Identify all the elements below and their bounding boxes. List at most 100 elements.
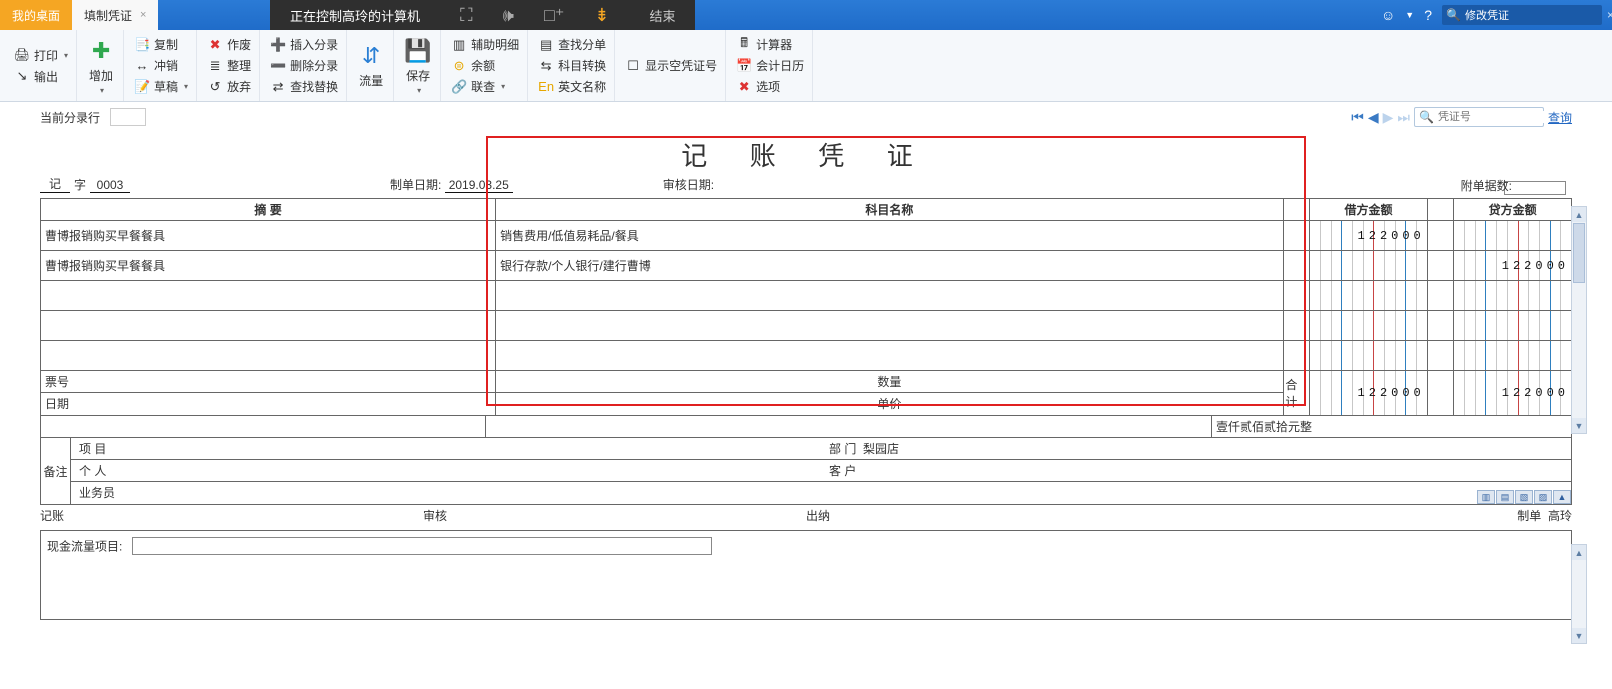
mini-icon[interactable]: ▧ [1515, 490, 1533, 504]
calculator-button[interactable]: 🖩计算器 [736, 36, 804, 53]
cashflow-input[interactable] [132, 537, 712, 555]
query-link[interactable]: 查询 [1548, 109, 1572, 126]
sign-cashier: 出纳 [806, 507, 1189, 524]
scroll-thumb[interactable] [1573, 223, 1585, 283]
abandon-button[interactable]: ↺放弃 [207, 78, 251, 95]
offset-button[interactable]: ↔冲销 [134, 57, 188, 74]
sound-icon[interactable]: 🕪 [503, 5, 514, 26]
help-icon[interactable]: ? [1424, 7, 1432, 23]
scroll-down-icon[interactable]: ▼ [1572, 628, 1586, 643]
fullscreen-icon[interactable]: ⛶ [460, 5, 473, 26]
subject-cell[interactable]: 销售费用/低值易耗品/餐具 [496, 221, 1283, 251]
pin-icon[interactable]: ⇟ [594, 5, 609, 26]
subject-switch-icon: ⇆ [538, 58, 554, 74]
insert-entry-button[interactable]: ➕插入分录 [270, 36, 338, 53]
draft-button[interactable]: 📝草稿▾ [134, 78, 188, 95]
table-row[interactable] [41, 281, 1572, 311]
output-button[interactable]: ↘输出 [14, 68, 68, 85]
balance-button[interactable]: ⊜余额 [451, 57, 519, 74]
scroll-up-icon[interactable]: ▲ [1572, 207, 1586, 222]
scroll-up-icon[interactable]: ▲ [1572, 545, 1586, 560]
amount-cell[interactable] [1310, 341, 1428, 371]
draft-icon: 📝 [134, 79, 150, 95]
summary-cell[interactable] [41, 341, 496, 371]
summary-cell[interactable]: 曹博报销购买早餐餐具 [41, 221, 496, 251]
subject-cell[interactable]: 银行存款/个人银行/建行曹博 [496, 251, 1283, 281]
invalid-button[interactable]: ✖作废 [207, 36, 251, 53]
close-icon[interactable]: × [140, 9, 146, 21]
find-replace-icon: ⇄ [270, 79, 286, 95]
scroll-down-icon[interactable]: ▼ [1572, 418, 1586, 433]
assist-detail-button[interactable]: ▥辅助明细 [451, 36, 519, 53]
mini-icon[interactable]: ▤ [1496, 490, 1514, 504]
add-button[interactable]: ✚增加▾ [87, 37, 115, 95]
save-button[interactable]: 💾保存▾ [404, 37, 432, 95]
nav-first-icon[interactable]: ⏮ [1351, 109, 1364, 126]
scrollbar-vertical[interactable]: ▲ ▼ [1571, 206, 1587, 434]
qty-label: 数量 [496, 371, 1282, 393]
subject-cell[interactable] [496, 341, 1283, 371]
show-empty-voucher-button[interactable]: ☐显示空凭证号 [625, 57, 717, 74]
summary-cell[interactable] [41, 281, 496, 311]
copy-button[interactable]: 📑复制 [134, 36, 188, 53]
make-date-value[interactable]: 2019.03.25 [445, 178, 513, 193]
mini-icon[interactable]: ▨ [1534, 490, 1552, 504]
cashflow-label: 现金流量项目: [47, 540, 122, 554]
copy-icon: 📑 [134, 37, 150, 53]
table-row[interactable]: 曹博报销购买早餐餐具销售费用/低值易耗品/餐具 122000 [41, 221, 1572, 251]
nav-last-icon[interactable]: ⏭ [1397, 109, 1410, 126]
amount-cell[interactable] [1454, 221, 1572, 251]
voucher-prefix[interactable]: 记 [40, 175, 70, 193]
mini-icon[interactable]: ▲ [1553, 490, 1571, 504]
total-credit-cell: 122000 [1454, 371, 1572, 416]
clear-icon[interactable]: × [1607, 8, 1612, 22]
flow-button[interactable]: ⇵流量 [357, 42, 385, 89]
caret-down-icon[interactable]: ▼ [1405, 10, 1414, 20]
relate-button[interactable]: 🔗联查▾ [451, 78, 519, 95]
summary-cell[interactable] [41, 311, 496, 341]
amount-cell[interactable] [1310, 281, 1428, 311]
table-row[interactable] [41, 341, 1572, 371]
tab-home[interactable]: 我的桌面 [0, 0, 72, 30]
amount-cell[interactable] [1454, 311, 1572, 341]
total-debit-cell: 122000 [1310, 371, 1428, 416]
find-divide-button[interactable]: ▤查找分单 [538, 36, 606, 53]
amount-cell[interactable]: 122000 [1310, 221, 1428, 251]
nav-next-icon[interactable]: ▶ [1383, 109, 1394, 126]
amount-cell[interactable]: 122000 [1454, 251, 1572, 281]
amount-cell[interactable] [1454, 281, 1572, 311]
insert-entry-icon: ➕ [270, 37, 286, 53]
amount-cell[interactable] [1310, 251, 1428, 281]
options-button[interactable]: ✖选项 [736, 78, 804, 95]
dept-label: 部 门 [829, 440, 856, 457]
nav-prev-icon[interactable]: ◀ [1368, 109, 1379, 126]
find-replace-button[interactable]: ⇄查找替换 [270, 78, 338, 95]
global-search-input[interactable] [1465, 9, 1607, 21]
tab-voucher[interactable]: 填制凭证 × [72, 0, 158, 30]
english-name-button[interactable]: En英文名称 [538, 78, 606, 95]
end-remote-button[interactable]: 结束 [649, 6, 675, 25]
subject-cell[interactable] [496, 281, 1283, 311]
table-row[interactable]: 曹博报销购买早餐餐具银行存款/个人银行/建行曹博 122000 [41, 251, 1572, 281]
voucher-search[interactable]: 🔍 [1414, 107, 1544, 127]
scrollbar-vertical-2[interactable]: ▲ ▼ [1571, 544, 1587, 644]
attach-label: 附单据数: [1461, 177, 1512, 194]
smile-icon[interactable]: ☺ [1381, 7, 1395, 23]
screen-share-icon[interactable]: □⁺ [544, 5, 564, 26]
mini-icon[interactable]: ▥ [1477, 490, 1495, 504]
amount-cell[interactable] [1310, 311, 1428, 341]
delete-entry-button[interactable]: ➖删除分录 [270, 57, 338, 74]
summary-cell[interactable]: 曹博报销购买早餐餐具 [41, 251, 496, 281]
sort-button[interactable]: ≣整理 [207, 57, 251, 74]
subject-switch-button[interactable]: ⇆科目转换 [538, 57, 606, 74]
current-entry-input[interactable] [110, 108, 146, 126]
amount-cell[interactable] [1454, 341, 1572, 371]
acct-calendar-button[interactable]: 📅会计日历 [736, 57, 804, 74]
attach-value[interactable] [1512, 177, 1572, 194]
table-row[interactable] [41, 311, 1572, 341]
global-search[interactable]: 🔍 × [1442, 5, 1602, 25]
options-icon: ✖ [736, 79, 752, 95]
voucher-number[interactable]: 0003 [90, 178, 130, 193]
print-button[interactable]: 🖨打印▾ [14, 47, 68, 64]
subject-cell[interactable] [496, 311, 1283, 341]
